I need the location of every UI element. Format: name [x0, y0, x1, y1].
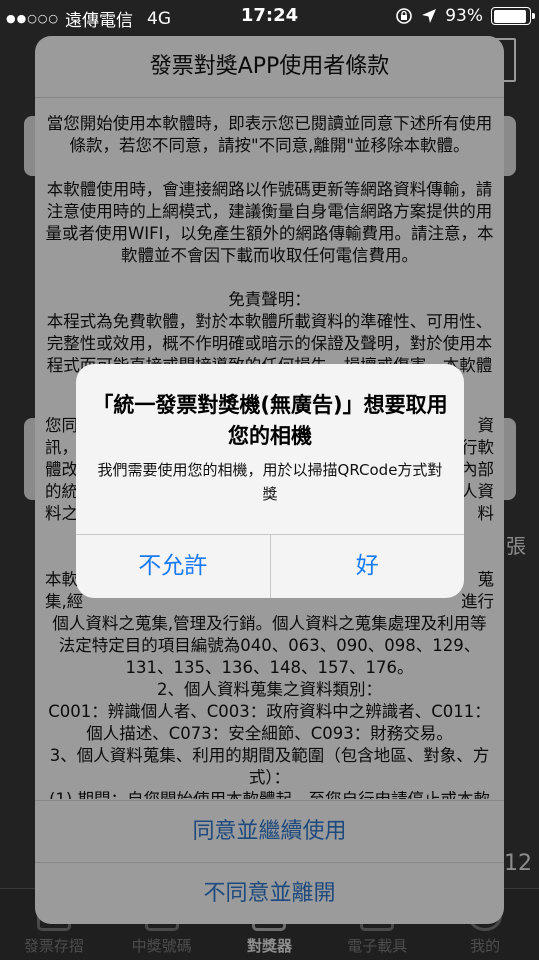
terms-title: 發票對獎APP使用者條款 — [35, 36, 504, 98]
partial-line: 料之 — [45, 504, 78, 523]
terms-paragraph: 當您開始使用本軟體時，即表示您已閱讀並同意下述所有使用條款，若您不同意，請按"不… — [46, 114, 493, 155]
disclaimer-heading: 免責聲明： — [228, 290, 311, 309]
partial-line: 您同 — [45, 416, 78, 435]
battery-percent: 93% — [445, 6, 483, 26]
partial-line: 資 — [477, 416, 495, 435]
alert-message: 我們需要使用您的相機，用於以掃描QRCode方式對獎 — [97, 461, 443, 503]
deny-button[interactable]: 不允許 — [76, 535, 270, 598]
status-bar: ●●○○○ 遠傳電信 4G 17:24 93% — [0, 0, 539, 32]
partial-line: 進行 — [461, 592, 494, 611]
status-right: 93% — [395, 6, 535, 26]
disagree-button[interactable]: 不同意並離開 — [35, 862, 504, 924]
location-arrow-icon — [422, 9, 437, 23]
rotation-lock-icon — [396, 8, 413, 24]
alert-actions: 不允許 好 — [76, 534, 464, 598]
camera-permission-alert: 「統一發票對獎機(無廣告)」想要取用您的相機 我們需要使用您的相機，用於以掃描Q… — [76, 364, 464, 598]
terms-paragraph: 個人資料之蒐集,管理及行銷。個人資料之蒐集處理及利用等法定特定目的項目編號為04… — [52, 614, 487, 677]
tab-label: 電子載具 — [347, 937, 408, 955]
partial-line: 訊， — [45, 438, 78, 457]
terms-paragraph: 本軟體使用時，會連接網路以作號碼更新等網路資料傳輸，請注意使用時的上網模式，建議… — [45, 180, 494, 265]
section2-partial-right: 蒐 進行 — [461, 569, 494, 613]
terms-partial-right: 資 行軟 內部 人資 料 — [461, 415, 494, 525]
battery-level — [493, 9, 527, 23]
partial-line: 內部 — [461, 460, 494, 479]
terms-heading: 2、個人資料蒐集之資料類別： — [157, 680, 382, 699]
tab-label: 發票存摺 — [23, 937, 84, 955]
tab-label: 對獎器 — [246, 937, 292, 955]
agree-button[interactable]: 同意並繼續使用 — [35, 800, 504, 862]
tab-label: 我的 — [470, 937, 501, 955]
background-side-text: 張 — [506, 534, 526, 558]
terms-partial-left: 您同 訊， 體改 的統 料之 — [45, 415, 78, 525]
terms-heading: 3、個人資料蒐集、利用的期間及範圍（包含地區、對象、方式）： — [49, 746, 490, 787]
partial-line: 料 — [477, 504, 495, 523]
background-side-number: 12 — [504, 851, 532, 876]
tab-label: 中獎號碼 — [131, 937, 192, 955]
terms-paragraph: (1) 期間：自您開始使用本軟體起，至您自行申請停止或本軟體終止您的會員契約之日… — [45, 789, 494, 799]
partial-line: 人資 — [461, 482, 494, 501]
terms-paragraph: C001：辨識個人者、C003：政府資料中之辨識者、C011：個人描述、C073… — [48, 702, 491, 743]
partial-line: 體改 — [45, 460, 78, 479]
allow-button[interactable]: 好 — [269, 535, 465, 598]
partial-line: 的統 — [45, 482, 78, 501]
partial-line: 蒐 — [477, 570, 495, 589]
alert-title: 「統一發票對獎機(無廣告)」想要取用您的相機 — [92, 393, 448, 448]
battery-icon — [491, 7, 535, 25]
partial-line: 行軟 — [461, 438, 494, 457]
